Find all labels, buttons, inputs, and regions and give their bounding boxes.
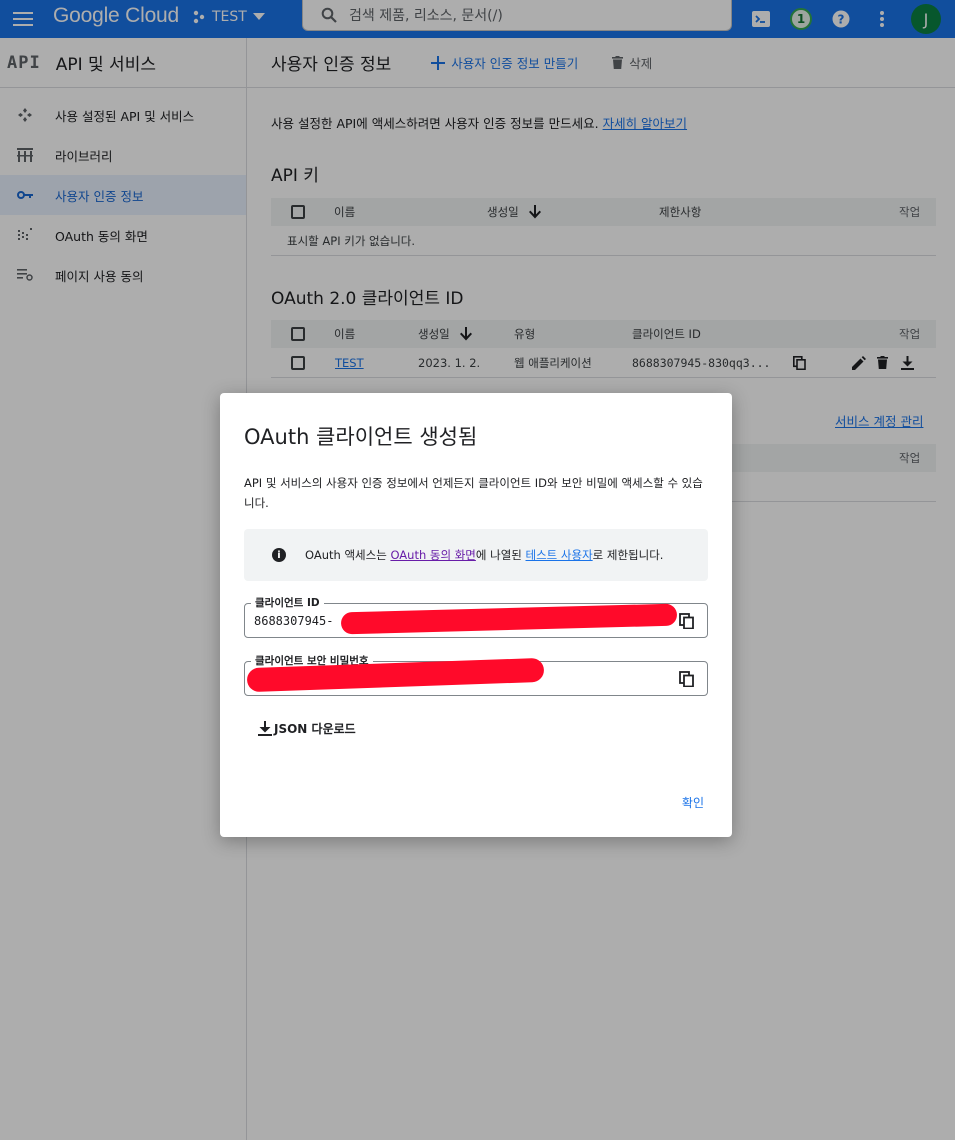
copy-icon[interactable] [679, 613, 695, 629]
ok-button[interactable]: 확인 [682, 794, 704, 811]
copy-icon[interactable] [679, 671, 695, 687]
dialog-title: OAuth 클라이언트 생성됨 [244, 425, 478, 449]
json-download-label: JSON 다운로드 [274, 722, 356, 736]
redaction-mark [340, 603, 678, 635]
info-prefix: OAuth 액세스는 [305, 548, 391, 562]
client-id-label: 클라이언트 ID [251, 595, 324, 610]
client-secret-field[interactable]: 클라이언트 보안 비밀번호 [244, 653, 708, 696]
info-text: OAuth 액세스는 OAuth 동의 화면에 나열된 테스트 사용자로 제한됩… [305, 547, 663, 563]
info-middle: 에 나열된 [475, 548, 526, 562]
info-banner: i OAuth 액세스는 OAuth 동의 화면에 나열된 테스트 사용자로 제… [244, 529, 708, 581]
download-icon [258, 721, 272, 736]
json-download-button[interactable]: JSON 다운로드 [258, 720, 356, 737]
dialog-description: API 및 서비스의 사용자 인증 정보에서 언제든지 클라이언트 ID와 보안… [244, 476, 703, 510]
client-id-field[interactable]: 클라이언트 ID 8688307945- [244, 595, 708, 638]
oauth-consent-link[interactable]: OAuth 동의 화면 [390, 548, 475, 562]
test-users-link[interactable]: 테스트 사용자 [526, 548, 593, 562]
oauth-client-created-dialog: OAuth 클라이언트 생성됨 API 및 서비스의 사용자 인증 정보에서 언… [220, 393, 732, 837]
info-suffix: 로 제한됩니다. [592, 548, 664, 562]
info-icon: i [272, 548, 286, 562]
